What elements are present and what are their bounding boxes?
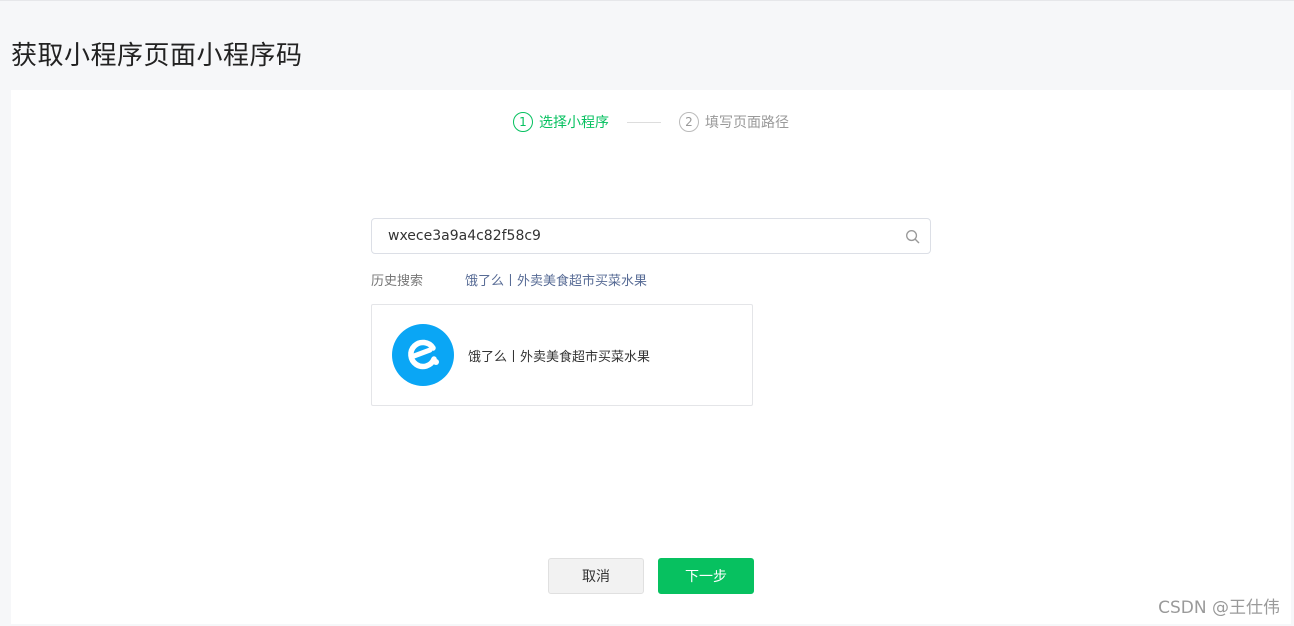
history-label: 历史搜索 [371,274,424,289]
search-icon[interactable] [894,218,930,254]
step-1-label: 选择小程序 [539,115,609,131]
step-1: 1 选择小程序 [513,112,609,132]
page: 获取小程序页面小程序码 1 选择小程序 2 填写页面路径 历史搜索 [0,0,1294,626]
history-search: 历史搜索 饿了么丨外卖美食超市买菜水果 [371,270,647,289]
step-connector [627,121,661,123]
search-box [371,218,931,254]
watermark: CSDN @王仕伟 [1158,598,1280,618]
app-logo-icon [392,324,454,386]
cancel-button[interactable]: 取消 [548,558,644,594]
action-buttons: 取消 下一步 [11,558,1291,594]
history-item[interactable]: 饿了么丨外卖美食超市买菜水果 [465,270,647,289]
page-title: 获取小程序页面小程序码 [11,41,303,71]
main-card: 1 选择小程序 2 填写页面路径 历史搜索 饿了么丨外卖美食超市买菜水果 [11,90,1291,624]
step-2-number: 2 [679,112,699,132]
step-1-number: 1 [513,112,533,132]
step-2-label: 填写页面路径 [705,115,789,131]
search-input[interactable] [372,219,894,253]
search-result-card[interactable]: 饿了么丨外卖美食超市买菜水果 [371,304,753,406]
next-button[interactable]: 下一步 [658,558,754,594]
step-indicator: 1 选择小程序 2 填写页面路径 [11,112,1291,132]
app-name: 饿了么丨外卖美食超市买菜水果 [468,349,651,365]
step-2: 2 填写页面路径 [679,112,789,132]
